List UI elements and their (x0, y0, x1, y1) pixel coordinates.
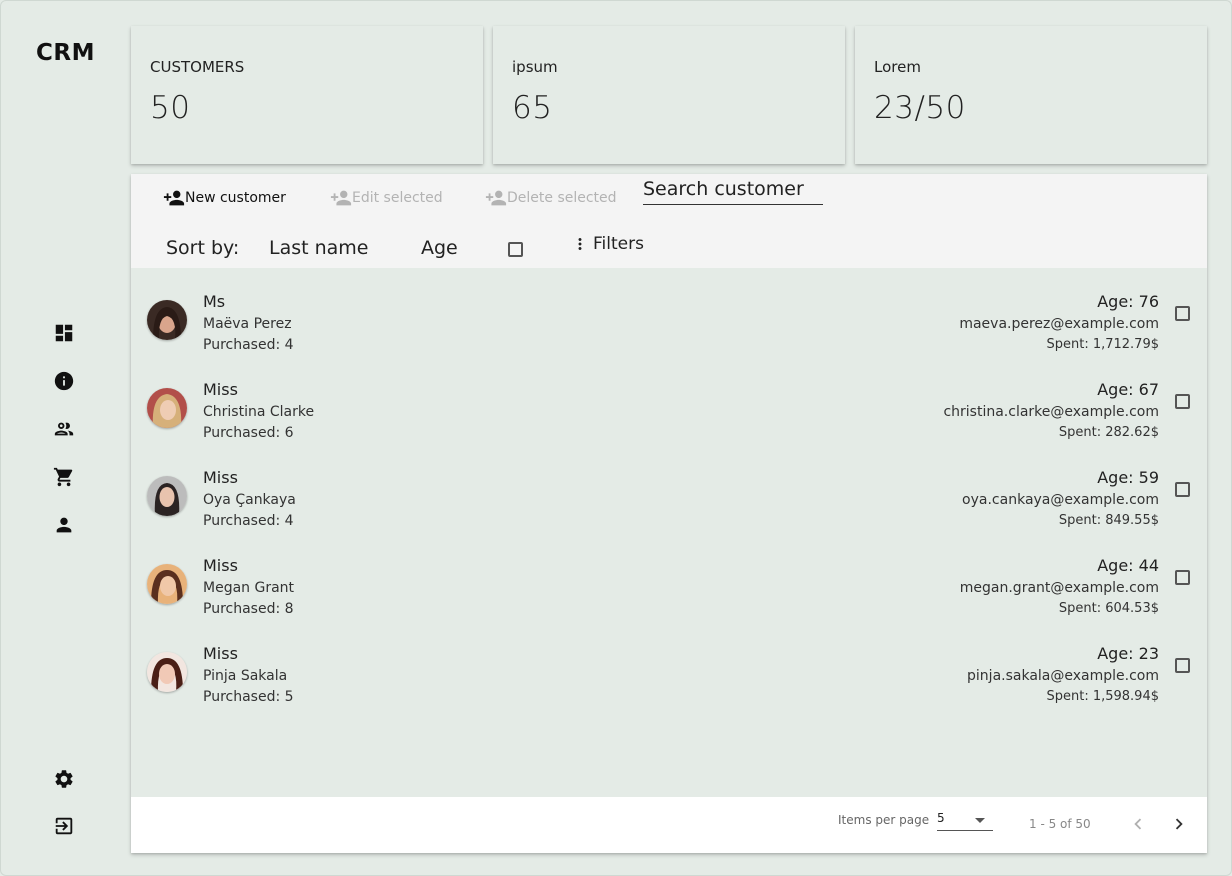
customer-email: christina.clarke@example.com (943, 404, 1159, 420)
page-range: 1 - 5 of 50 (1029, 817, 1091, 831)
app-logo: CRM (36, 40, 95, 66)
customer-email: megan.grant@example.com (959, 580, 1159, 596)
customer-spent: Spent: 849.55$ (1058, 513, 1159, 528)
customer-age: Age: 67 (1097, 380, 1159, 399)
customer-email: maeva.perez@example.com (959, 316, 1159, 332)
stat-value: 23/50 (874, 90, 966, 126)
customer-name: Christina Clarke (203, 404, 315, 420)
customer-title: Miss (203, 556, 238, 575)
customer-row[interactable]: Ms Maëva Perez Purchased: 4 Age: 76 maev… (131, 292, 1207, 380)
customer-name: Pinja Sakala (203, 668, 288, 684)
more-vert-icon (578, 238, 582, 250)
info-icon[interactable] (52, 369, 76, 393)
customer-row[interactable]: Miss Oya Çankaya Purchased: 4 Age: 59 oy… (131, 468, 1207, 556)
add-person-icon (485, 190, 507, 206)
sort-label: Sort by: (166, 237, 240, 259)
add-person-icon (163, 190, 185, 206)
stat-label: Lorem (874, 58, 921, 76)
customer-purchased: Purchased: 4 (203, 513, 294, 529)
customer-age: Age: 44 (1097, 556, 1159, 575)
stat-card-customers: CUSTOMERS 50 (131, 26, 483, 164)
customer-row[interactable]: Miss Christina Clarke Purchased: 6 Age: … (131, 380, 1207, 468)
gear-icon[interactable] (52, 767, 76, 791)
people-icon[interactable] (52, 417, 76, 441)
items-per-page-label: Items per page (838, 813, 930, 827)
delete-selected-button[interactable]: Delete selected (485, 188, 617, 208)
customer-purchased: Purchased: 8 (203, 601, 294, 617)
items-per-page-select[interactable]: 5 (937, 811, 993, 831)
customer-name: Maëva Perez (203, 316, 292, 332)
customer-spent: Spent: 604.53$ (1058, 601, 1159, 616)
stat-card-lorem: Lorem 23/50 (855, 26, 1207, 164)
dashboard-icon[interactable] (52, 321, 76, 345)
filters-button[interactable]: Filters (571, 234, 644, 254)
customer-title: Miss (203, 468, 238, 487)
customer-row[interactable]: Miss Pinja Sakala Purchased: 5 Age: 23 p… (131, 644, 1207, 732)
chevron-right-icon (1175, 818, 1183, 830)
customer-spent: Spent: 1,598.94$ (1046, 689, 1159, 704)
avatar (147, 564, 187, 604)
new-customer-button[interactable]: New customer (163, 188, 286, 208)
filters-label: Filters (593, 234, 644, 254)
sort-option-age[interactable]: Age (421, 237, 458, 259)
toolbar: New customer Edit selected Delete select… (131, 174, 1207, 268)
customer-email: pinja.sakala@example.com (967, 668, 1159, 684)
next-page-button[interactable] (1168, 813, 1190, 835)
customer-name: Megan Grant (203, 580, 295, 596)
customer-title: Miss (203, 644, 238, 663)
previous-page-button[interactable] (1127, 813, 1149, 835)
chevron-left-icon (1134, 818, 1142, 830)
avatar (147, 300, 187, 340)
dropdown-arrow-icon (975, 818, 985, 823)
search-input[interactable] (643, 174, 823, 205)
customer-panel: New customer Edit selected Delete select… (131, 174, 1207, 853)
customer-age: Age: 23 (1097, 644, 1159, 663)
new-customer-label: New customer (185, 190, 286, 206)
customer-purchased: Purchased: 6 (203, 425, 294, 441)
avatar (147, 388, 187, 428)
customer-row[interactable]: Miss Megan Grant Purchased: 8 Age: 44 me… (131, 556, 1207, 644)
cart-icon[interactable] (52, 465, 76, 489)
items-per-page-value: 5 (937, 811, 945, 825)
logout-icon[interactable] (52, 814, 76, 838)
avatar (147, 476, 187, 516)
stat-value: 50 (150, 90, 191, 126)
edit-selected-button[interactable]: Edit selected (330, 188, 443, 208)
row-checkbox[interactable] (1175, 570, 1190, 585)
customer-spent: Spent: 1,712.79$ (1046, 337, 1159, 352)
customer-spent: Spent: 282.62$ (1058, 425, 1159, 440)
customer-title: Miss (203, 380, 238, 399)
stat-value: 65 (512, 90, 553, 126)
edit-selected-label: Edit selected (352, 190, 443, 206)
customer-title: Ms (203, 292, 226, 311)
select-all-checkbox[interactable] (508, 242, 523, 257)
sort-option-last-name[interactable]: Last name (269, 237, 369, 259)
customer-name: Oya Çankaya (203, 492, 296, 508)
row-checkbox[interactable] (1175, 394, 1190, 409)
customer-purchased: Purchased: 5 (203, 689, 294, 705)
row-checkbox[interactable] (1175, 658, 1190, 673)
customer-purchased: Purchased: 4 (203, 337, 294, 353)
paginator: Items per page 5 1 - 5 of 50 (131, 797, 1207, 853)
person-icon[interactable] (52, 513, 76, 537)
customer-age: Age: 76 (1097, 292, 1159, 311)
row-checkbox[interactable] (1175, 306, 1190, 321)
add-person-icon (330, 190, 352, 206)
row-checkbox[interactable] (1175, 482, 1190, 497)
delete-selected-label: Delete selected (507, 190, 617, 206)
avatar (147, 652, 187, 692)
stat-label: ipsum (512, 58, 558, 76)
stat-card-ipsum: ipsum 65 (493, 26, 845, 164)
customer-email: oya.cankaya@example.com (962, 492, 1159, 508)
stat-label: CUSTOMERS (150, 58, 245, 76)
customer-age: Age: 59 (1097, 468, 1159, 487)
